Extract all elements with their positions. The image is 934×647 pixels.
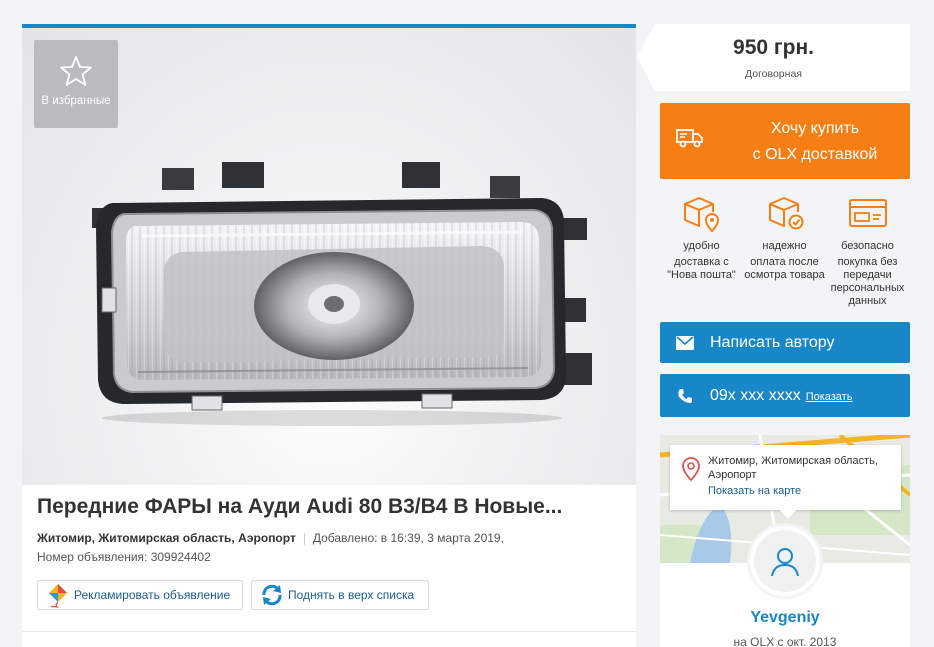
price-box: 950 грн. Договорная: [637, 24, 910, 91]
listing-location[interactable]: Житомир, Житомирская область, Аэропорт: [37, 531, 296, 545]
map-address: Житомир, Житомирская область, Аэропорт: [708, 455, 878, 481]
price-amount: 950 грн.: [733, 36, 814, 59]
truck-icon: [676, 129, 703, 148]
headlamp-image: [92, 162, 592, 426]
benefit-safe: безопасно покупка без передачи персональ…: [826, 190, 909, 310]
user-since: на OLX с окт. 2013: [733, 635, 837, 647]
show-on-map-link[interactable]: Показать на карте: [708, 485, 801, 497]
kite-icon: [42, 580, 74, 610]
listing-card: В избранные Передние ФАРЫ на Ауди Audi 8…: [22, 24, 636, 647]
phone-icon: [660, 388, 710, 404]
raise-button[interactable]: Поднять в верх списка: [251, 580, 429, 610]
benefit-text: покупка без передачи персональных данных: [830, 256, 905, 307]
listing-actions: Рекламировать объявление Поднять в верх …: [37, 580, 621, 610]
benefit-reliable: надежно оплата после осмотра товара: [743, 190, 826, 310]
map-popup: Житомир, Житомирская область, Аэропорт П…: [670, 445, 901, 519]
price-note: Договорная: [745, 68, 802, 80]
favorite-label: В избранные: [41, 95, 111, 107]
box-location-icon: [683, 197, 719, 233]
delivery-benefits: удобно доставка с "Нова пошта" надежно о…: [660, 190, 910, 310]
listing-photo[interactable]: В избранные: [22, 28, 636, 485]
benefit-convenient: удобно доставка с "Нова пошта": [660, 190, 743, 310]
meta-divider: [303, 532, 305, 545]
promote-label: Рекламировать объявление: [74, 588, 231, 602]
star-icon: [60, 56, 92, 86]
map-pin-icon: [682, 457, 700, 481]
show-phone-link[interactable]: Показать: [806, 391, 853, 403]
message-label: Написать автору: [710, 333, 835, 351]
message-author-button[interactable]: Написать автору: [660, 322, 910, 363]
listing-id: Номер объявления: 309924402: [37, 550, 211, 564]
avatar-circle: [754, 530, 816, 592]
listing-info: Передние ФАРЫ на Ауди Audi 80 B3/B4 В Но…: [22, 485, 636, 610]
buy-with-delivery-button[interactable]: Хочу купить с OLX доставкой: [660, 103, 910, 179]
envelope-icon: [660, 335, 710, 350]
listing-bottom-divider: [22, 631, 636, 647]
benefit-head: надежно: [762, 240, 807, 252]
phone-button[interactable]: 09x xxx xxxx Показать: [660, 374, 910, 417]
benefit-text: оплата после осмотра товара: [744, 256, 825, 281]
user-name[interactable]: Yevgeniy: [660, 609, 910, 627]
raise-label: Поднять в верх списка: [288, 588, 415, 602]
buy-line1: Хочу купить: [770, 120, 860, 137]
benefit-head: безопасно: [841, 240, 894, 252]
benefit-text: доставка с "Нова пошта": [667, 256, 736, 281]
listing-title: Передние ФАРЫ на Ауди Audi 80 B3/B4 В Но…: [37, 495, 563, 518]
buy-line2: с OLX доставкой: [752, 146, 878, 163]
phone-number: 09x xxx xxxx: [710, 386, 801, 404]
avatar[interactable]: [747, 523, 823, 599]
card-icon: [848, 199, 887, 227]
benefit-head: удобно: [683, 240, 720, 252]
favorite-button[interactable]: В избранные: [34, 40, 118, 128]
promote-button[interactable]: Рекламировать объявление: [37, 580, 243, 610]
listing-date: Добавлено: в 16:39, 3 марта 2019,: [312, 531, 504, 545]
seller-card: Житомир, Житомирская область, Аэропорт П…: [660, 435, 910, 647]
user-icon: [771, 548, 799, 577]
listing-meta: Житомир, Житомирская область, Аэропорт До…: [37, 529, 621, 567]
refresh-icon: [256, 580, 288, 610]
box-check-icon: [768, 197, 803, 230]
